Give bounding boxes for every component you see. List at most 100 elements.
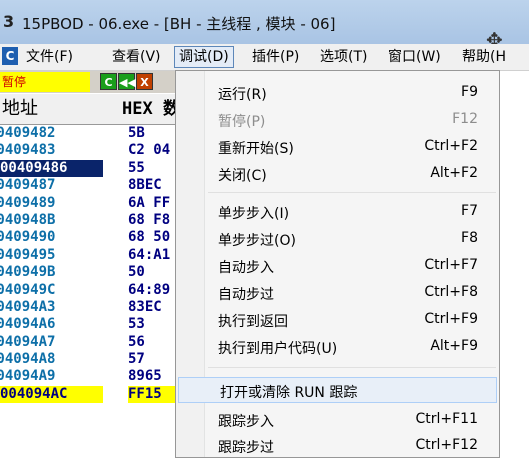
menu-item-label: 执行到返回 bbox=[218, 314, 288, 330]
menu-item-shortcut: F7 bbox=[461, 203, 478, 219]
debug-menu-dropdown: 运行(R) F9 暂停(P) F12 重新开始(S) Ctrl+F2 关闭(C) Alt+F2… bbox=[175, 70, 500, 458]
debug-menu-item[interactable]: 运行(R) F9 bbox=[177, 80, 498, 106]
window-title: 15PBOD - 06.exe - [BH - 主线程 , 模块 - 06] bbox=[22, 15, 336, 33]
row-hex: 64:A1 bbox=[128, 246, 171, 263]
row-hex: 55 bbox=[128, 159, 145, 176]
row-hex: 68 50 bbox=[128, 229, 171, 246]
disasm-row[interactable]: 0040949C 64:89 bbox=[0, 282, 180, 299]
row-address: 00409486 bbox=[0, 159, 103, 178]
menu-item-label: 重新开始(S) bbox=[218, 141, 294, 157]
menu-item-shortcut: Ctrl+F11 bbox=[415, 411, 478, 427]
menu-separator bbox=[208, 192, 496, 193]
menu-item-label: 打开或清除 RUN 跟踪 bbox=[220, 385, 358, 401]
disasm-row[interactable]: 004094A9 8965 bbox=[0, 368, 180, 385]
menu-file[interactable]: 文件(F) bbox=[22, 47, 77, 67]
menu-item-shortcut: F9 bbox=[461, 84, 478, 100]
menu-item-label: 跟踪步过 bbox=[218, 440, 274, 456]
row-hex: 8BEC bbox=[128, 177, 162, 194]
debug-menu-item[interactable]: 单步步入(I) F7 bbox=[177, 199, 498, 225]
disasm-row[interactable]: 00409483 C2 04 bbox=[0, 142, 180, 159]
menu-item-label: 自动步入 bbox=[218, 260, 274, 276]
status-indicator: 暂停 bbox=[0, 72, 90, 92]
row-address: 00409482 bbox=[0, 125, 56, 141]
disasm-row[interactable]: 00409495 64:A1 bbox=[0, 247, 180, 264]
menu-item-shortcut: Ctrl+F9 bbox=[424, 311, 478, 327]
close-debug-button[interactable]: X bbox=[136, 73, 153, 90]
disasm-row[interactable]: 004094A3 83EC bbox=[0, 299, 180, 316]
menu-item-shortcut: Alt+F9 bbox=[430, 338, 478, 354]
toolbar: 暂停 C ◀◀ X bbox=[0, 71, 180, 93]
menu-view[interactable]: 查看(V) bbox=[108, 47, 165, 67]
step-back-button[interactable]: ◀◀ bbox=[118, 73, 136, 90]
restart-button[interactable]: C bbox=[100, 73, 117, 90]
menu-item-label: 跟踪步入 bbox=[218, 414, 274, 430]
menu-item-label: 执行到用户代码(U) bbox=[218, 341, 338, 357]
menu-separator bbox=[208, 367, 496, 368]
menu-item-label: 运行(R) bbox=[218, 87, 267, 103]
row-hex: FF15 bbox=[128, 385, 180, 404]
row-address: 00409495 bbox=[0, 246, 56, 263]
debug-menu-item[interactable]: 关闭(C) Alt+F2 bbox=[177, 161, 498, 187]
disasm-row[interactable]: 00409486 55 bbox=[0, 159, 180, 178]
debug-menu-item[interactable]: 跟踪步入 Ctrl+F11 bbox=[177, 407, 498, 433]
menu-window[interactable]: 窗口(W) bbox=[384, 47, 445, 67]
menu-item-shortcut: Ctrl+F12 bbox=[415, 437, 478, 453]
row-address: 004094A8 bbox=[0, 351, 56, 368]
debug-menu-item[interactable]: 执行到返回 Ctrl+F9 bbox=[177, 307, 498, 333]
disasm-row[interactable]: 0040949B 50 bbox=[0, 264, 180, 281]
row-hex: 64:89 bbox=[128, 281, 171, 298]
disasm-row[interactable]: 00409482 5B bbox=[0, 125, 180, 142]
disasm-row[interactable]: 00409487 8BEC bbox=[0, 177, 180, 194]
disasm-row[interactable]: 0040948B 68 F8 bbox=[0, 212, 180, 229]
row-hex: C2 04 bbox=[128, 142, 171, 159]
menu-item-shortcut: Ctrl+F7 bbox=[424, 257, 478, 273]
debug-menu-item[interactable]: 跟踪步过 Ctrl+F12 bbox=[177, 433, 498, 459]
row-hex: 56 bbox=[128, 333, 145, 350]
menu-item-label: 自动步过 bbox=[218, 287, 274, 303]
mdi-window-icon[interactable]: C bbox=[2, 47, 18, 65]
column-header-address[interactable]: 地址 bbox=[0, 94, 105, 125]
menu-debug[interactable]: 调试(D) bbox=[174, 46, 234, 68]
menu-item-shortcut: F12 bbox=[452, 111, 478, 127]
row-address: 0040949C bbox=[0, 281, 56, 298]
row-address: 004094A9 bbox=[0, 368, 56, 385]
menu-item-label: 暂停(P) bbox=[218, 114, 266, 130]
debug-menu-item[interactable]: 执行到用户代码(U) Alt+F9 bbox=[177, 334, 498, 360]
disasm-row[interactable]: 004094A8 57 bbox=[0, 351, 180, 368]
menu-item-shortcut: Ctrl+F8 bbox=[424, 284, 478, 300]
debug-menu-item[interactable]: 单步步过(O) F8 bbox=[177, 226, 498, 252]
row-hex: 50 bbox=[128, 264, 145, 281]
disasm-row[interactable]: 004094A6 53 bbox=[0, 316, 180, 333]
disasm-row[interactable]: 00409490 68 50 bbox=[0, 229, 180, 246]
row-hex: 68 F8 bbox=[128, 211, 171, 228]
row-address: 004094AC bbox=[0, 385, 103, 404]
disasm-row[interactable]: 004094A7 56 bbox=[0, 334, 180, 351]
row-hex: 6A FF bbox=[128, 194, 171, 211]
menu-bar: C 文件(F) 查看(V) 调试(D) 插件(P) 选项(T) 窗口(W) 帮助… bbox=[0, 44, 529, 71]
row-address: 00409487 bbox=[0, 177, 56, 194]
row-address: 00409483 bbox=[0, 142, 56, 159]
debug-menu-item[interactable]: 自动步过 Ctrl+F8 bbox=[177, 280, 498, 306]
menu-item-shortcut: Alt+F2 bbox=[430, 165, 478, 181]
debug-menu-item[interactable]: 打开或清除 RUN 跟踪 bbox=[178, 377, 497, 403]
disasm-rows: 004094825B00409483C2 0400409486550040948… bbox=[0, 125, 180, 404]
debug-menu-item[interactable]: 自动步入 Ctrl+F7 bbox=[177, 253, 498, 279]
disasm-row[interactable]: 004094AC FF15 bbox=[0, 385, 180, 404]
menu-item-label: 关闭(C) bbox=[218, 168, 267, 184]
row-address: 00409489 bbox=[0, 194, 56, 211]
menu-item-shortcut: Ctrl+F2 bbox=[424, 138, 478, 154]
disasm-row[interactable]: 00409489 6A FF bbox=[0, 195, 180, 212]
row-hex: 5B bbox=[128, 125, 145, 141]
debug-menu-item[interactable]: 重新开始(S) Ctrl+F2 bbox=[177, 134, 498, 160]
menu-help[interactable]: 帮助(H bbox=[458, 47, 510, 67]
row-hex: 53 bbox=[128, 316, 145, 333]
row-address: 0040949B bbox=[0, 264, 56, 281]
menu-options[interactable]: 选项(T) bbox=[316, 47, 371, 67]
row-hex: 8965 bbox=[128, 368, 162, 385]
debug-menu-item[interactable]: 暂停(P) F12 bbox=[177, 107, 498, 133]
row-hex: 83EC bbox=[128, 298, 162, 315]
menu-plugins[interactable]: 插件(P) bbox=[248, 47, 303, 67]
row-hex: 57 bbox=[128, 351, 145, 368]
app-icon: 3 bbox=[3, 12, 15, 31]
row-address: 00409490 bbox=[0, 229, 56, 246]
